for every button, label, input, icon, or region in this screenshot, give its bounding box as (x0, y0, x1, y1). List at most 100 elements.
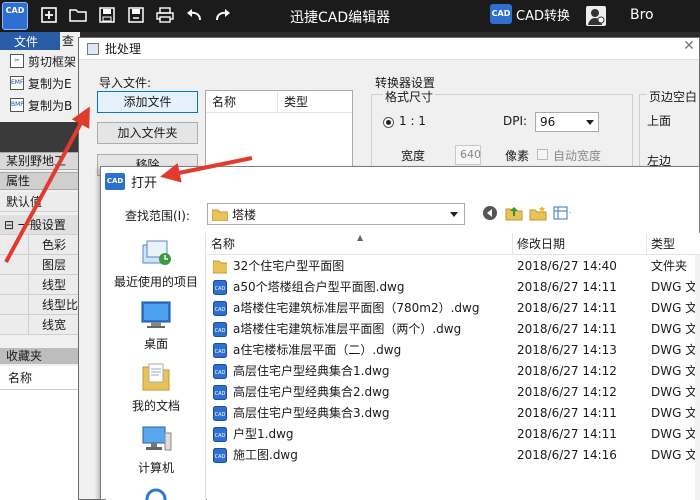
auto-width-label: 自动宽度 (553, 149, 602, 163)
place-desktop[interactable]: 桌面 (106, 299, 206, 352)
prop-linetype[interactable]: 线型 (0, 275, 80, 295)
chevron-down-icon (586, 120, 594, 125)
margin-top-label: 上面 (647, 114, 672, 128)
recent-items-icon (142, 240, 171, 265)
cad-convert-icon: CAD (490, 4, 512, 24)
open-folder-icon[interactable] (67, 4, 89, 26)
file-row[interactable]: CAD 高层住宅户型经典集合2.dwg 2018/6/27 14:12 DWG 文 (207, 382, 700, 403)
add-folder-button[interactable]: 加入文件夹 (97, 122, 198, 144)
menu-file[interactable]: 文件 (0, 32, 52, 50)
file-row[interactable]: CAD 高层住宅户型经典集合1.dwg 2018/6/27 14:12 DWG 文 (207, 361, 700, 382)
look-in-select[interactable]: 塔楼 (207, 203, 465, 225)
documents-icon (142, 363, 170, 391)
file-modified: 2018/6/27 14:11 (517, 406, 617, 420)
user-icon[interactable] (586, 6, 606, 26)
save-as-icon[interactable] (125, 4, 147, 26)
batch-close-icon[interactable]: ✕ (681, 38, 697, 60)
print-icon[interactable] (154, 4, 176, 26)
width-input[interactable]: 640 (455, 145, 481, 165)
prop-linetype-scale[interactable]: 线型比 (0, 295, 80, 315)
prop-layer[interactable]: 图层 (0, 255, 80, 275)
view-menu-icon[interactable] (553, 204, 571, 222)
file-name: 高层住宅户型经典集合3.dwg (233, 406, 390, 420)
file-row[interactable]: 32个住宅户型平面图 2018/6/27 14:40 文件夹 (207, 256, 700, 277)
batch-window-icon (87, 42, 99, 55)
places-bar: 最近使用的项目 桌面 我的文档 计算机 (106, 233, 206, 500)
undo-icon[interactable] (183, 4, 205, 26)
file-name: 高层住宅户型经典集合2.dwg (233, 385, 390, 399)
place-recent[interactable]: 最近使用的项目 (106, 237, 206, 290)
place-documents-label: 我的文档 (131, 399, 180, 413)
svg-text:CAD: CAD (215, 433, 226, 439)
file-row[interactable]: CAD a塔楼住宅建筑标准层平面图（780m2）.dwg 2018/6/27 14:… (207, 298, 700, 319)
file-row[interactable]: CAD 户型1.dwg 2018/6/27 14:11 DWG 文 (207, 424, 700, 445)
prop-color[interactable]: 色彩 (0, 235, 80, 255)
file-row[interactable]: CAD a住宅楼标准层平面（二）.dwg 2018/6/27 14:13 DWG 文 (207, 340, 700, 361)
new-folder-icon[interactable] (529, 204, 547, 222)
file-type: DWG 文 (651, 427, 695, 441)
col-type-header[interactable]: 类型 (278, 91, 308, 112)
place-network[interactable] (106, 479, 206, 500)
batch-dialog-titlebar: 批处理 (79, 38, 699, 60)
dpi-select[interactable]: 96 (535, 112, 599, 132)
file-name: 高层住宅户型经典集合1.dwg (233, 364, 390, 378)
user-name[interactable]: Bro (630, 7, 654, 23)
add-file-button[interactable]: 添加文件 (97, 91, 198, 113)
file-row[interactable]: CAD 施工图.dwg 2018/6/27 14:16 DWG 文 (207, 445, 700, 466)
page-margin-label: 页边空白 (647, 88, 699, 105)
favorites-list (0, 390, 80, 500)
file-row[interactable]: CAD a塔楼住宅建筑标准层平面图（两个）.dwg 2018/6/27 14:11 D… (207, 319, 700, 340)
file-type: DWG 文 (651, 385, 695, 399)
prop-lineweight[interactable]: 线宽 (0, 315, 80, 335)
file-type: DWG 文 (651, 343, 695, 357)
save-icon[interactable] (96, 4, 118, 26)
svg-text:CAD: CAD (215, 328, 226, 334)
col-type[interactable]: 类型 (647, 233, 700, 255)
dwg-file-icon: CAD (213, 322, 227, 337)
dwg-file-icon: CAD (213, 364, 227, 379)
drawing-tab[interactable]: 某别野地工 (0, 152, 80, 170)
place-computer[interactable]: 计算机 (106, 423, 206, 476)
back-icon[interactable] (481, 204, 499, 222)
file-name: 32个住宅户型平面图 (233, 259, 345, 273)
ratio-radio[interactable] (383, 117, 394, 128)
default-value-row[interactable]: 默认值 (0, 192, 80, 212)
svg-text:CAD: CAD (215, 307, 226, 313)
file-modified: 2018/6/27 14:12 (517, 385, 617, 399)
file-list[interactable]: 名称 ▲ 修改日期 类型 32个住宅户型平面图 2018/6/27 14:40 文件… (207, 233, 700, 500)
file-row[interactable]: CAD 高层住宅户型经典集合3.dwg 2018/6/27 14:11 DWG 文 (207, 403, 700, 424)
menu-view[interactable]: 查 (60, 32, 80, 50)
computer-icon (142, 426, 172, 451)
place-documents[interactable]: 我的文档 (106, 361, 206, 414)
file-modified: 2018/6/27 14:11 (517, 301, 617, 315)
import-files-label: 导入文件: (99, 76, 152, 90)
file-type: 文件夹 (651, 259, 688, 273)
col-modified[interactable]: 修改日期 (513, 233, 647, 255)
auto-width-checkbox[interactable] (537, 149, 548, 160)
redo-icon[interactable] (212, 4, 234, 26)
col-name-header[interactable]: 名称 (206, 91, 278, 112)
general-settings-group[interactable]: ⊟ 一般设置 (0, 215, 80, 235)
file-name: 施工图.dwg (233, 448, 298, 462)
file-type: DWG 文 (651, 406, 695, 420)
cut-frame-icon: ✂ (10, 54, 24, 68)
up-folder-icon[interactable] (505, 204, 523, 222)
ribbon-copy-bmp[interactable]: BMP 复制为B (0, 94, 80, 116)
file-name: a塔楼住宅建筑标准层平面图（两个）.dwg (233, 322, 462, 336)
file-row[interactable]: CAD a50个塔楼组合户型平面图.dwg 2018/6/27 14:11 DWG 文 (207, 277, 700, 298)
svg-text:CAD: CAD (215, 391, 226, 397)
sort-up-icon: ▲ (357, 233, 364, 242)
ribbon-cut-frame[interactable]: ✂ 剪切框架 (0, 50, 80, 72)
ribbon-cut-frame-label: 剪切框架 (28, 54, 77, 69)
file-list-header: 名称 ▲ 修改日期 类型 (207, 233, 700, 255)
svg-text:CAD: CAD (215, 349, 226, 355)
cad-convert-button[interactable]: CAD CAD转换 (490, 4, 570, 24)
new-icon[interactable] (38, 4, 60, 26)
width-label: 宽度 (401, 149, 426, 163)
svg-text:CAD: CAD (215, 286, 226, 292)
svg-text:CAD: CAD (215, 412, 226, 418)
cad-app-icon: CAD (105, 172, 125, 190)
ribbon-copy-emf[interactable]: EMF 复制为E (0, 72, 80, 94)
file-list-scrollbar[interactable] (695, 255, 700, 500)
dwg-file-icon: CAD (213, 406, 227, 421)
